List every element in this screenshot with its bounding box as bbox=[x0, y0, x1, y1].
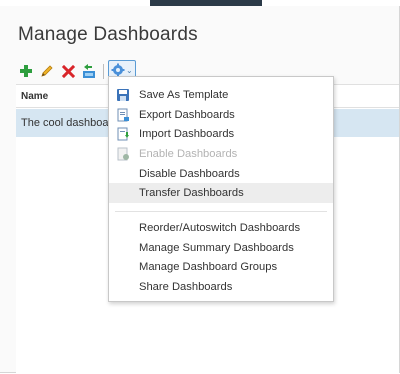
menu-item-import-dashboards[interactable]: Import Dashboards bbox=[109, 124, 333, 144]
menu-item-share-dashboards[interactable]: Share Dashboards bbox=[109, 277, 333, 297]
delete-dashboard-button[interactable] bbox=[59, 62, 77, 80]
menu-item-label: Share Dashboards bbox=[139, 281, 233, 294]
enable-icon bbox=[117, 147, 129, 161]
save-icon bbox=[117, 89, 129, 101]
menu-item-reorder-autoswitch[interactable]: Reorder/Autoswitch Dashboards bbox=[109, 218, 333, 238]
add-dashboard-button[interactable] bbox=[17, 62, 35, 80]
chevron-down-icon: ⌄ bbox=[126, 65, 133, 75]
pencil-icon bbox=[41, 65, 53, 77]
toolbar-separator bbox=[103, 64, 104, 79]
plus-icon bbox=[20, 65, 32, 77]
menu-item-export-dashboards[interactable]: Export Dashboards bbox=[109, 105, 333, 125]
menu-item-label: Manage Dashboard Groups bbox=[139, 261, 278, 274]
page-title: Manage Dashboards bbox=[18, 24, 198, 45]
menu-item-manage-summary-dashboards[interactable]: Manage Summary Dashboards bbox=[109, 238, 333, 258]
x-icon bbox=[61, 64, 75, 78]
menu-item-label: Export Dashboards bbox=[139, 108, 235, 121]
menu-item-label: Enable Dashboards bbox=[139, 147, 238, 160]
export-icon bbox=[117, 108, 129, 122]
clone-dashboard-icon bbox=[83, 64, 95, 78]
menu-item-transfer-dashboards[interactable]: Transfer Dashboards bbox=[109, 183, 333, 204]
menu-item-label: Save As Template bbox=[139, 88, 229, 101]
menu-item-disable-dashboards[interactable]: Disable Dashboards bbox=[109, 164, 333, 184]
menu-item-label: Disable Dashboards bbox=[139, 167, 240, 180]
menu-item-label: Import Dashboards bbox=[139, 128, 235, 141]
menu-item-label: Manage Summary Dashboards bbox=[139, 241, 294, 254]
menu-item-label: Reorder/Autoswitch Dashboards bbox=[139, 221, 301, 234]
menu-item-manage-dashboard-groups[interactable]: Manage Dashboard Groups bbox=[109, 258, 333, 278]
import-icon bbox=[117, 127, 129, 141]
clone-dashboard-button[interactable] bbox=[80, 62, 98, 80]
menu-item-save-as-template[interactable]: Save As Template bbox=[109, 85, 333, 105]
menu-item-label: Transfer Dashboards bbox=[139, 187, 244, 200]
menu-divider bbox=[115, 211, 327, 213]
edit-dashboard-button[interactable] bbox=[38, 62, 56, 80]
dashboard-actions-menu: Save As Template Export Dashboards Impor… bbox=[108, 76, 334, 302]
gear-icon bbox=[111, 63, 125, 77]
menu-item-enable-dashboards: Enable Dashboards bbox=[109, 144, 333, 164]
